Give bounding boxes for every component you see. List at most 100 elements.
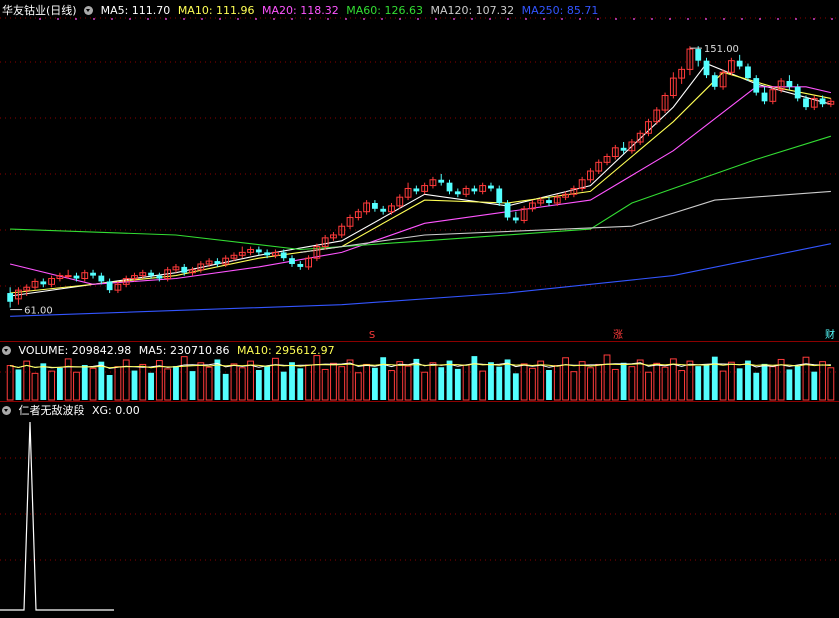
volume-bar: [363, 363, 371, 401]
candle-body: [753, 78, 760, 93]
volume-bar: [222, 373, 229, 400]
volume-bar: [745, 360, 751, 400]
volume-bar: [653, 362, 661, 401]
marker-dot: [507, 18, 509, 20]
marker-dot: [165, 18, 167, 20]
volume-bar: [628, 366, 636, 401]
volume-bar: [280, 371, 287, 400]
low-price-label: 61.00: [24, 306, 53, 317]
volume-bar: [512, 373, 519, 400]
candle-body: [106, 281, 113, 291]
volume-bar: [338, 366, 346, 401]
volume-bar: [678, 370, 686, 401]
volume-bar: [794, 365, 801, 400]
candle-body: [703, 60, 710, 76]
candle-body: [446, 182, 453, 192]
marker-dot: [561, 18, 563, 20]
candle-body: [380, 208, 387, 212]
volume-bar: [289, 362, 295, 400]
volume-bar: [15, 369, 22, 400]
volume-bar: [313, 355, 321, 401]
volume-bar: [620, 362, 627, 400]
marker-dot: [453, 18, 455, 20]
marker-dot: [651, 18, 653, 20]
marker-dot: [777, 18, 779, 20]
volume-bar: [148, 372, 154, 400]
xg-signal-line: [0, 421, 114, 611]
marker-dot: [39, 18, 41, 20]
candle-body: [90, 272, 96, 276]
volume-bar: [205, 366, 213, 401]
marker-dot: [219, 18, 221, 20]
marker-dot: [579, 18, 581, 20]
candle-body: [7, 293, 14, 302]
volume-bar: [404, 365, 412, 401]
volume-bar: [48, 370, 55, 401]
volume-bar: [553, 365, 561, 401]
volume-bar: [686, 360, 694, 401]
candle-body: [40, 281, 47, 285]
volume-bar: [504, 359, 511, 400]
volume-bar: [736, 368, 743, 400]
volume-bar: [645, 371, 652, 401]
volume-bar: [421, 371, 429, 401]
marker-dot: [93, 18, 95, 20]
volume-bar: [827, 367, 835, 401]
volume-bar: [786, 369, 793, 400]
marker-dot: [57, 18, 59, 20]
ma120-line: [300, 190, 831, 253]
candle-body: [372, 203, 378, 209]
volume-bar: [454, 368, 461, 400]
candle-body: [156, 275, 163, 279]
marker-dot: [273, 18, 275, 20]
marker-dot: [111, 18, 113, 20]
candle-body: [736, 60, 743, 67]
candle-body: [64, 275, 72, 278]
volume-bar: [537, 360, 545, 401]
volume-bar: [297, 368, 304, 400]
volume-bar: [354, 372, 362, 401]
marker-dot: [795, 18, 797, 20]
marker-dot: [255, 18, 257, 20]
marker-dot: [813, 18, 815, 20]
volume-bar: [23, 360, 31, 401]
volume-bar: [695, 366, 702, 400]
marker-dot: [633, 18, 635, 20]
stock-chart-svg[interactable]: 151.00 61.00 S 涨 财: [0, 0, 839, 618]
marker-dot: [237, 18, 239, 20]
volume-bar: [372, 367, 378, 400]
event-marker: 财: [825, 328, 835, 341]
volume-bar: [238, 367, 246, 401]
marker-dot: [597, 18, 599, 20]
candle-body: [454, 191, 461, 195]
candle-body: [413, 188, 420, 192]
volume-bar: [98, 361, 105, 400]
volume-bar: [753, 372, 760, 400]
candle-body: [280, 252, 287, 259]
candle-body: [289, 258, 295, 264]
high-price-label: 151.00: [704, 44, 739, 55]
candle-body: [504, 203, 511, 218]
volume-bar: [396, 361, 404, 401]
candle-body: [794, 86, 801, 99]
marker-dot: [291, 18, 293, 20]
candle-body: [148, 272, 154, 276]
volume-bar: [711, 356, 718, 400]
volume-bar: [388, 370, 395, 401]
volume-bar: [197, 362, 205, 401]
marker-dot: [345, 18, 347, 20]
volume-bar: [64, 358, 72, 401]
volume-bar: [546, 370, 552, 400]
candle-body: [819, 98, 826, 105]
volume-bar: [462, 364, 470, 401]
candle-body: [711, 75, 718, 87]
volume-bar: [429, 362, 437, 401]
volume-bar: [164, 368, 172, 401]
marker-dot: [129, 18, 131, 20]
marker-dot: [489, 18, 491, 20]
volume-bar: [247, 360, 254, 401]
volume-bar: [761, 363, 768, 400]
marker-dot: [363, 18, 365, 20]
volume-bar: [438, 367, 445, 400]
volume-bar: [6, 365, 14, 401]
